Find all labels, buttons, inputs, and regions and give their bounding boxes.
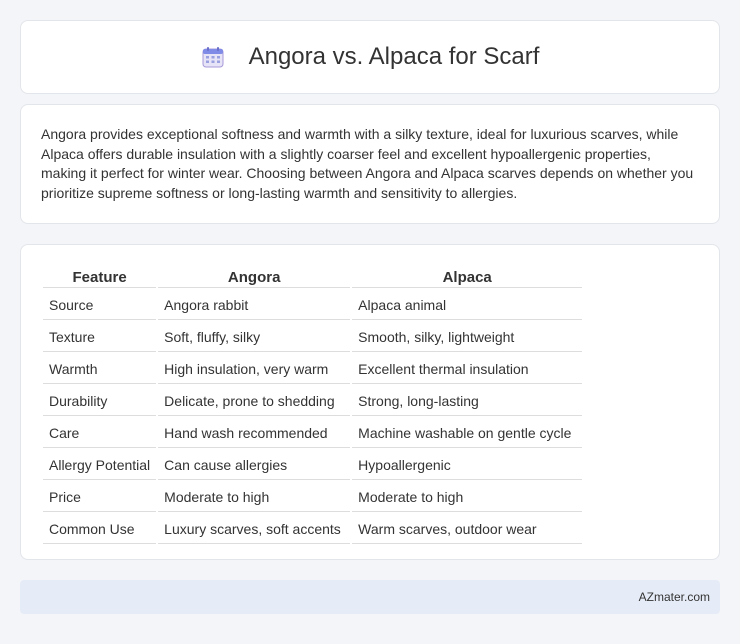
table-cell: Texture: [43, 322, 157, 352]
table-cell: Warmth: [43, 354, 157, 384]
table-cell: Warm scarves, outdoor wear: [352, 514, 583, 544]
table-cell: Can cause allergies: [158, 450, 351, 480]
column-header-alpaca: Alpaca: [352, 267, 583, 288]
table-cell: Smooth, silky, lightweight: [352, 322, 583, 352]
table-row: Texture Soft, fluffy, silky Smooth, silk…: [43, 322, 583, 352]
table-cell: Moderate to high: [158, 482, 351, 512]
table-cell: Strong, long-lasting: [352, 386, 583, 416]
column-header-feature: Feature: [43, 267, 157, 288]
table-cell: High insulation, very warm: [158, 354, 351, 384]
table-cell: Source: [43, 290, 157, 320]
table-cell: Delicate, prone to shedding: [158, 386, 351, 416]
table-cell: Price: [43, 482, 157, 512]
table-cell: Common Use: [43, 514, 157, 544]
footer-bar: AZmater.com: [20, 580, 720, 614]
table-row: Common Use Luxury scarves, soft accents …: [43, 514, 583, 544]
table-header-row: Feature Angora Alpaca: [43, 267, 583, 288]
table-cell: Alpaca animal: [352, 290, 583, 320]
table-cell: Hand wash recommended: [158, 418, 351, 448]
table-cell: Allergy Potential: [43, 450, 157, 480]
footer-brand[interactable]: AZmater.com: [639, 590, 710, 604]
table-row: Warmth High insulation, very warm Excell…: [43, 354, 583, 384]
page-title: Angora vs. Alpaca for Scarf: [201, 43, 540, 71]
table-row: Care Hand wash recommended Machine washa…: [43, 418, 583, 448]
table-row: Allergy Potential Can cause allergies Hy…: [43, 450, 583, 480]
table-row: Source Angora rabbit Alpaca animal: [43, 290, 583, 320]
title-card: Angora vs. Alpaca for Scarf: [20, 20, 720, 94]
calendar-icon: [201, 45, 225, 69]
comparison-table: Feature Angora Alpaca Source Angora rabb…: [41, 265, 584, 546]
summary-card: Angora provides exceptional softness and…: [20, 104, 720, 224]
table-cell: Machine washable on gentle cycle: [352, 418, 583, 448]
table-cell: Angora rabbit: [158, 290, 351, 320]
column-header-angora: Angora: [158, 267, 351, 288]
table-cell: Care: [43, 418, 157, 448]
table-cell: Soft, fluffy, silky: [158, 322, 351, 352]
comparison-card: Feature Angora Alpaca Source Angora rabb…: [20, 244, 720, 560]
table-cell: Luxury scarves, soft accents: [158, 514, 351, 544]
table-cell: Hypoallergenic: [352, 450, 583, 480]
table-row: Price Moderate to high Moderate to high: [43, 482, 583, 512]
table-cell: Excellent thermal insulation: [352, 354, 583, 384]
table-cell: Moderate to high: [352, 482, 583, 512]
table-row: Durability Delicate, prone to shedding S…: [43, 386, 583, 416]
page-title-text: Angora vs. Alpaca for Scarf: [248, 43, 540, 70]
table-cell: Durability: [43, 386, 157, 416]
summary-text: Angora provides exceptional softness and…: [41, 126, 694, 201]
